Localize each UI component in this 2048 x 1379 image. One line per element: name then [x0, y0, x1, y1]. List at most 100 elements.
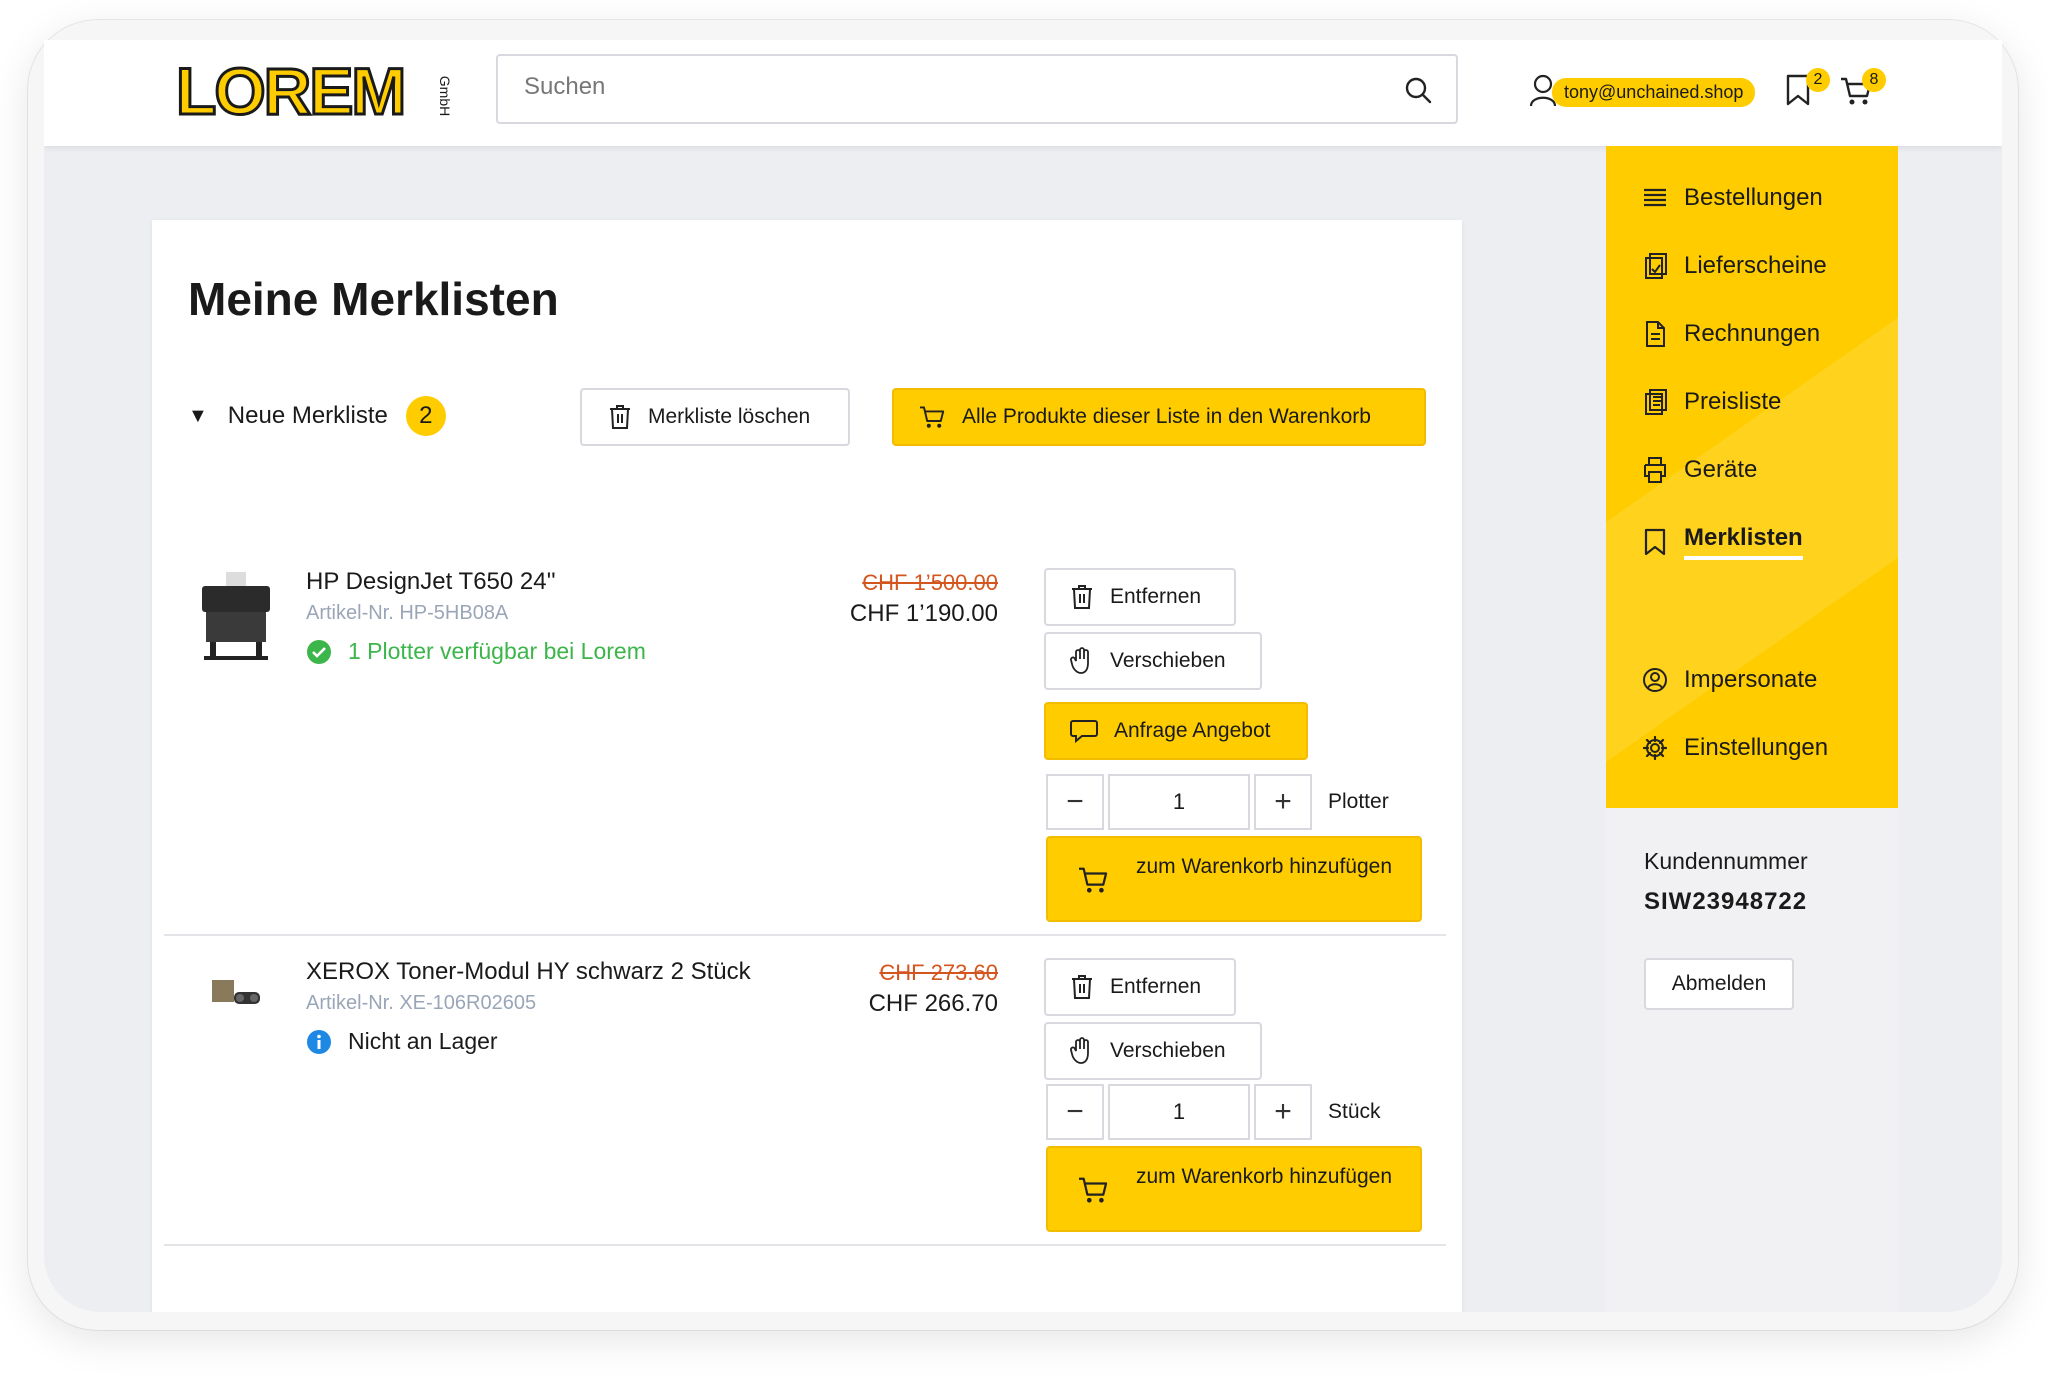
add-to-cart-button[interactable]: zum Warenkorb hinzufügen	[1046, 836, 1422, 922]
stock-text: Nicht an Lager	[348, 1028, 498, 1054]
customer-number-label: Kundennummer	[1644, 848, 1808, 874]
check-circle-icon	[307, 639, 331, 664]
add-to-cart-label: zum Warenkorb hinzufügen	[1135, 1165, 1393, 1188]
quantity-stepper: − 1 + Stück	[1046, 1084, 1381, 1140]
sidebar-item-impersonate[interactable]: Impersonate	[1642, 666, 1817, 694]
sidebar-item-bestellungen[interactable]: Bestellungen	[1642, 184, 1823, 212]
remove-label: Entfernen	[1110, 585, 1202, 608]
list-icon	[1644, 188, 1666, 207]
cart-icon	[920, 406, 945, 428]
company-logo[interactable]: LOREM GmbH	[172, 48, 454, 138]
hand-icon	[1070, 1037, 1089, 1064]
sidebar-item-label: Merklisten	[1684, 524, 1803, 560]
trash-icon	[1072, 975, 1092, 999]
move-label: Verschieben	[1110, 649, 1226, 672]
account-sidebar: Bestellungen Lieferscheine Rechnungen Pr…	[1606, 146, 1898, 1312]
info-icon	[307, 1029, 331, 1054]
sidebar-item-lieferscheine[interactable]: Lieferscheine	[1642, 252, 1827, 280]
lorem-logo-mark: LOREM GmbH	[175, 53, 454, 130]
product-sku: Artikel-Nr. XE-106R02605	[306, 992, 537, 1014]
expand-triangle-icon: ▼	[188, 404, 208, 427]
cart-link[interactable]: 8	[1840, 68, 1886, 108]
add-all-to-cart-button[interactable]: Alle Produkte dieser Liste in den Warenk…	[892, 388, 1426, 446]
sidebar-item-einstellungen[interactable]: Einstellungen	[1642, 734, 1828, 762]
current-price: CHF 1’190.00	[849, 600, 998, 627]
sidebar-item-label: Impersonate	[1684, 666, 1818, 693]
move-button[interactable]: Verschieben	[1044, 632, 1262, 690]
product-name[interactable]: HP DesignJet T650 24''	[306, 568, 556, 596]
product-image-plotter[interactable]	[196, 572, 276, 662]
sidebar-item-label: Geräte	[1684, 456, 1758, 483]
remove-button[interactable]: Entfernen	[1044, 958, 1236, 1016]
speech-bubble-icon	[1070, 720, 1098, 743]
move-button[interactable]: Verschieben	[1044, 1022, 1262, 1080]
product-image-toner[interactable]	[210, 976, 266, 1012]
page-title: Meine Merklisten	[188, 273, 559, 325]
decrease-quantity-button[interactable]: −	[1046, 774, 1104, 830]
search-input[interactable]	[522, 72, 1386, 102]
quantity-field[interactable]: 1	[1108, 774, 1250, 830]
row-divider	[164, 934, 1446, 936]
trash-icon	[1072, 585, 1092, 609]
sidebar-item-label: Einstellungen	[1684, 734, 1829, 761]
search-box	[496, 54, 1458, 124]
add-to-cart-label: zum Warenkorb hinzufügen	[1135, 855, 1393, 878]
printer-icon	[1644, 457, 1666, 483]
increase-quantity-button[interactable]: +	[1254, 1084, 1312, 1140]
customer-number-value: SIW23948722	[1644, 888, 1808, 915]
wishlist-panel: Meine Merklisten ▼ Neue Merkliste 2 Merk…	[152, 220, 1462, 1312]
user-email[interactable]: tony@unchained.shop	[1552, 77, 1756, 107]
stock-text: 1 Plotter verfügbar bei Lorem	[348, 638, 646, 664]
user-account[interactable]: tony@unchained.shop	[1528, 70, 1756, 114]
clipboard-icon	[1645, 253, 1667, 279]
request-quote-button[interactable]: Anfrage Angebot	[1044, 702, 1308, 760]
search-icon[interactable]	[1404, 76, 1432, 109]
sidebar-item-geraete[interactable]: Geräte	[1642, 456, 1757, 484]
pricelist-icon	[1645, 389, 1667, 415]
cart-icon	[1079, 1177, 1108, 1203]
increase-quantity-button[interactable]: +	[1254, 774, 1312, 830]
app-screen: LOREM GmbH tony@unchained.shop 2	[44, 40, 2002, 1312]
sidebar-item-label: Preisliste	[1684, 388, 1782, 415]
row-divider	[164, 1244, 1446, 1246]
sidebar-item-merklisten[interactable]: Merklisten	[1642, 524, 1803, 560]
sidebar-item-preisliste[interactable]: Preisliste	[1642, 388, 1781, 416]
wishlist-toggle[interactable]: ▼ Neue Merkliste 2	[188, 396, 446, 436]
remove-button[interactable]: Entfernen	[1044, 568, 1236, 626]
logout-button[interactable]: Abmelden	[1644, 958, 1794, 1010]
bookmark-icon	[1644, 528, 1666, 556]
old-price: CHF 273.60	[879, 960, 998, 985]
sidebar-item-rechnungen[interactable]: Rechnungen	[1642, 320, 1820, 348]
cart-count-badge: 8	[1862, 68, 1886, 92]
quantity-unit: Stück	[1328, 1100, 1381, 1123]
quantity-field[interactable]: 1	[1108, 1084, 1250, 1140]
sidebar-item-label: Rechnungen	[1684, 320, 1821, 347]
decrease-quantity-button[interactable]: −	[1046, 1084, 1104, 1140]
document-icon	[1646, 321, 1665, 347]
wishlist-count-badge: 2	[1806, 68, 1830, 92]
sidebar-item-label: Bestellungen	[1684, 184, 1823, 211]
trash-icon	[610, 405, 630, 429]
current-price: CHF 266.70	[868, 990, 998, 1017]
delete-list-label: Merkliste löschen	[648, 405, 811, 428]
product-name[interactable]: XEROX Toner-Modul HY schwarz 2 Stück	[306, 958, 751, 986]
add-to-cart-button[interactable]: zum Warenkorb hinzufügen	[1046, 1146, 1422, 1232]
add-all-label: Alle Produkte dieser Liste in den Warenk…	[962, 405, 1371, 428]
wishlist-link[interactable]: 2	[1784, 68, 1830, 108]
hand-icon	[1070, 647, 1089, 674]
wishlist-item-count: 2	[405, 396, 446, 436]
remove-label: Entfernen	[1110, 975, 1202, 998]
svg-text:GmbH: GmbH	[437, 76, 452, 116]
old-price: CHF 1’500.00	[862, 570, 998, 595]
svg-text:LOREM: LOREM	[176, 54, 404, 128]
quote-label: Anfrage Angebot	[1114, 719, 1271, 742]
sidebar-item-label: Lieferscheine	[1684, 252, 1827, 279]
stock-status: 1 Plotter verfügbar bei Lorem	[306, 638, 646, 665]
top-header: LOREM GmbH tony@unchained.shop 2	[44, 40, 2002, 146]
quantity-stepper: − 1 + Plotter	[1046, 774, 1389, 830]
cart-icon	[1079, 867, 1108, 893]
quantity-unit: Plotter	[1328, 790, 1389, 813]
delete-list-button[interactable]: Merkliste löschen	[580, 388, 850, 446]
stock-status: Nicht an Lager	[306, 1028, 498, 1055]
product-sku: Artikel-Nr. HP-5HB08A	[306, 602, 509, 624]
